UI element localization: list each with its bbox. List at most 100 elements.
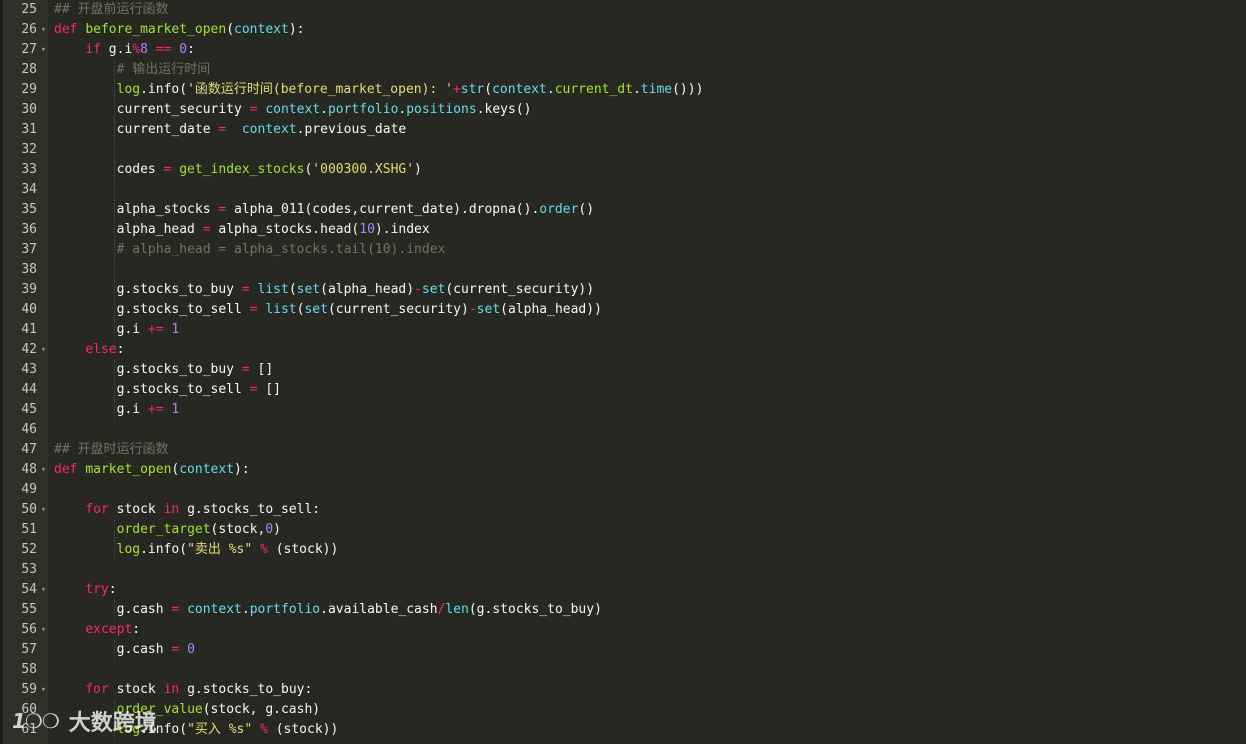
- code-text: g.stocks_to_buy = list(set(alpha_head)-s…: [54, 280, 594, 300]
- code-line[interactable]: 48 ▾ def market_open(context):: [0, 460, 1246, 480]
- code-line[interactable]: 41 g.i += 1: [0, 320, 1246, 340]
- code-token: except: [85, 622, 133, 637]
- code-line[interactable]: 31 current_date = context.previous_date: [0, 120, 1246, 140]
- code-line[interactable]: 29 log.info('函数运行时间(before_market_open):…: [0, 80, 1246, 100]
- code-text: log.info('函数运行时间(before_market_open): '+…: [54, 80, 704, 100]
- fold-arrow-icon[interactable]: ▾: [39, 460, 48, 480]
- line-number: 40: [21, 302, 37, 317]
- code-line[interactable]: 27 ▾ if g.i%8 == 0:: [0, 40, 1246, 60]
- code-token: g.stocks_to_sell:: [179, 502, 321, 517]
- code-line[interactable]: 43 g.stocks_to_buy = []: [0, 360, 1246, 380]
- line-number: 53: [21, 562, 37, 577]
- code-line[interactable]: 28 # 输出运行时间: [0, 60, 1246, 80]
- code-token: :: [116, 342, 125, 357]
- code-token: .available_cash: [320, 602, 438, 617]
- code-token: in: [163, 682, 180, 697]
- fold-arrow-icon[interactable]: ▾: [39, 680, 48, 700]
- code-token: ## 开盘时运行函数: [54, 442, 169, 457]
- code-text: current_date = context.previous_date: [54, 120, 407, 140]
- code-line[interactable]: 44 g.stocks_to_sell = []: [0, 380, 1246, 400]
- code-text: except:: [54, 620, 140, 640]
- code-line[interactable]: 60 order_value(stock, g.cash): [0, 700, 1246, 720]
- code-text: g.stocks_to_sell = []: [54, 380, 281, 400]
- code-line[interactable]: 59 ▾ for stock in g.stocks_to_buy:: [0, 680, 1246, 700]
- code-text: try:: [54, 580, 116, 600]
- code-line[interactable]: 30 current_security = context.portfolio.…: [0, 100, 1246, 120]
- code-token: "买入 %s": [187, 722, 253, 737]
- code-line[interactable]: 50 ▾ for stock in g.stocks_to_sell:: [0, 500, 1246, 520]
- code-line[interactable]: 34: [0, 180, 1246, 200]
- fold-arrow-icon[interactable]: ▾: [39, 620, 48, 640]
- code-token: set: [476, 302, 501, 317]
- code-line[interactable]: 32: [0, 140, 1246, 160]
- code-line[interactable]: 61 log.info("买入 %s" % (stock)): [0, 720, 1246, 740]
- code-editor[interactable]: 25 ## 开盘前运行函数 26 ▾ def before_market_open(co…: [0, 0, 1246, 744]
- code-token: .info(: [140, 542, 188, 557]
- code-line[interactable]: 45 g.i += 1: [0, 400, 1246, 420]
- code-token: ).index: [374, 222, 430, 237]
- line-number: 58: [21, 662, 37, 677]
- fold-arrow-icon[interactable]: ▾: [39, 500, 48, 520]
- code-line[interactable]: 54 ▾ try:: [0, 580, 1246, 600]
- code-line[interactable]: 53: [0, 560, 1246, 580]
- code-token: set: [296, 282, 321, 297]
- code-line[interactable]: 49: [0, 480, 1246, 500]
- code-text: log.info("卖出 %s" % (stock)): [54, 540, 339, 560]
- code-token: ):: [234, 462, 250, 477]
- code-text: for stock in g.stocks_to_buy:: [54, 680, 312, 700]
- line-number: 39: [21, 282, 37, 297]
- code-token: order_value: [116, 702, 203, 717]
- code-token: def: [54, 462, 78, 477]
- code-line[interactable]: 26 ▾ def before_market_open(context):: [0, 20, 1246, 40]
- code-token: =: [241, 282, 250, 297]
- code-token: set: [421, 282, 446, 297]
- code-token: +: [452, 82, 461, 97]
- code-area[interactable]: 25 ## 开盘前运行函数 26 ▾ def before_market_open(co…: [0, 0, 1246, 740]
- code-text: alpha_head = alpha_stocks.head(10).index: [54, 220, 430, 240]
- code-token: context: [179, 462, 235, 477]
- code-token: .: [241, 602, 250, 617]
- code-line[interactable]: 57 g.cash = 0: [0, 640, 1246, 660]
- code-line[interactable]: 52 log.info("卖出 %s" % (stock)): [0, 540, 1246, 560]
- code-line[interactable]: 46: [0, 420, 1246, 440]
- code-token: (): [578, 202, 595, 217]
- fold-arrow-icon[interactable]: ▾: [39, 340, 48, 360]
- code-line[interactable]: 55 g.cash = context.portfolio.available_…: [0, 600, 1246, 620]
- fold-arrow-icon[interactable]: ▾: [39, 40, 48, 60]
- code-token: current_date: [54, 122, 219, 137]
- code-token: (alpha_head): [320, 282, 415, 297]
- code-line[interactable]: 58: [0, 660, 1246, 680]
- line-number: 43: [21, 362, 37, 377]
- code-line[interactable]: 47 ## 开盘时运行函数: [0, 440, 1246, 460]
- code-text: codes = get_index_stocks('000300.XSHG'): [54, 160, 422, 180]
- code-line[interactable]: 37 # alpha_head = alpha_stocks.tail(10).…: [0, 240, 1246, 260]
- code-token: in: [163, 502, 180, 517]
- code-line[interactable]: 36 alpha_head = alpha_stocks.head(10).in…: [0, 220, 1246, 240]
- code-line[interactable]: 42 ▾ else:: [0, 340, 1246, 360]
- code-token: def: [54, 22, 78, 37]
- code-text: g.stocks_to_buy = []: [54, 360, 274, 380]
- code-line[interactable]: 25 ## 开盘前运行函数: [0, 0, 1246, 20]
- code-line[interactable]: 56 ▾ except:: [0, 620, 1246, 640]
- code-token: g.stocks_to_buy: [54, 282, 242, 297]
- code-line[interactable]: 51 order_target(stock,0): [0, 520, 1246, 540]
- code-token: =: [202, 222, 211, 237]
- indent-guide: [113, 260, 115, 280]
- line-number: 46: [21, 422, 37, 437]
- code-line[interactable]: 39 g.stocks_to_buy = list(set(alpha_head…: [0, 280, 1246, 300]
- fold-arrow-icon[interactable]: ▾: [39, 20, 48, 40]
- code-line[interactable]: 33 codes = get_index_stocks('000300.XSHG…: [0, 160, 1246, 180]
- code-line[interactable]: 40 g.stocks_to_sell = list(set(current_s…: [0, 300, 1246, 320]
- code-token: +=: [147, 402, 164, 417]
- code-token: (: [226, 22, 235, 37]
- code-token: context: [234, 22, 289, 37]
- fold-arrow-icon[interactable]: ▾: [39, 580, 48, 600]
- code-line[interactable]: 35 alpha_stocks = alpha_011(codes,curren…: [0, 200, 1246, 220]
- code-line[interactable]: 38: [0, 260, 1246, 280]
- code-token: %: [132, 42, 141, 57]
